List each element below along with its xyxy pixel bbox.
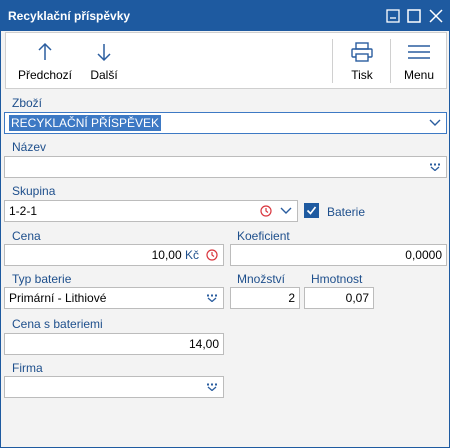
close-button[interactable]: [427, 7, 445, 25]
maximize-button[interactable]: [405, 7, 423, 25]
lookup-icon: [207, 383, 217, 391]
mnozstvi-field[interactable]: 2: [230, 287, 300, 309]
zbozi-dropdown-button[interactable]: [429, 113, 441, 133]
hmotnost-label: Hmotnost: [311, 272, 363, 286]
lookup-icon: [207, 294, 217, 302]
title-bar: Recyklační příspěvky: [1, 1, 449, 31]
mnozstvi-label: Množství: [237, 272, 286, 286]
hamburger-menu-icon: [408, 45, 430, 59]
clock-icon: [206, 249, 218, 261]
chevron-down-icon: [280, 207, 292, 214]
next-label: Další: [90, 68, 118, 82]
typ-baterie-label: Typ baterie: [12, 272, 72, 286]
cena-label: Cena: [12, 229, 41, 243]
lookup-icon: [430, 163, 440, 171]
nazev-label: Název: [12, 140, 47, 154]
nazev-lookup-button[interactable]: [429, 157, 441, 177]
skupina-label: Skupina: [12, 184, 56, 198]
print-label: Tisk: [351, 68, 373, 82]
toolbar-separator: [390, 39, 391, 83]
print-button[interactable]: Tisk: [340, 33, 384, 88]
firma-field[interactable]: [4, 376, 224, 398]
cena-currency: Kč: [184, 248, 199, 262]
arrow-up-icon: [38, 42, 52, 60]
previous-button[interactable]: Předchozí: [10, 33, 80, 88]
skupina-history-button[interactable]: [260, 201, 272, 221]
checkmark-icon: [306, 206, 317, 215]
toolbar: Předchozí Další Tisk Menu: [5, 32, 447, 89]
koeficient-field[interactable]: 0,0000: [230, 244, 447, 266]
zbozi-combobox[interactable]: RECYKLAČNÍ PŘÍSPĚVEK: [4, 112, 447, 134]
menu-label: Menu: [403, 68, 435, 82]
next-button[interactable]: Další: [84, 33, 124, 88]
dialog-window: Recyklační příspěvky Předchozí Další Tis…: [0, 0, 450, 448]
previous-label: Předchozí: [17, 68, 73, 82]
minimize-icon: [386, 9, 400, 23]
firma-lookup-button[interactable]: [206, 377, 218, 397]
printer-icon: [351, 42, 373, 62]
cena-s-bateriemi-label: Cena s bateriemi: [12, 317, 103, 331]
cena-s-bateriemi-field[interactable]: 14,00: [4, 333, 224, 355]
firma-label: Firma: [12, 361, 43, 375]
hmotnost-field[interactable]: 0,07: [304, 287, 374, 309]
skupina-dropdown-button[interactable]: [280, 201, 292, 221]
skupina-combobox[interactable]: 1-2-1: [4, 200, 298, 222]
cena-history-button[interactable]: [206, 245, 218, 265]
cena-s-bateriemi-value: 14,00: [188, 337, 219, 351]
menu-button[interactable]: Menu: [398, 33, 440, 88]
zbozi-value: RECYKLAČNÍ PŘÍSPĚVEK: [9, 115, 162, 131]
typ-baterie-value: Primární - Lithiové: [9, 291, 107, 305]
mnozstvi-value: 2: [288, 291, 295, 305]
baterie-checkbox[interactable]: [304, 203, 319, 218]
arrow-down-icon: [97, 44, 111, 62]
koeficient-value: 0,0000: [405, 248, 442, 262]
window-title: Recyklační příspěvky: [8, 9, 131, 23]
toolbar-separator: [332, 39, 333, 83]
minimize-button[interactable]: [384, 7, 402, 25]
koeficient-label: Koeficient: [237, 229, 290, 243]
close-icon: [429, 9, 443, 23]
baterie-label[interactable]: Baterie: [327, 205, 365, 219]
cena-value: 10,00: [151, 248, 182, 262]
hmotnost-value: 0,07: [345, 291, 369, 305]
zbozi-label: Zboží: [12, 96, 43, 110]
typ-baterie-field[interactable]: Primární - Lithiové: [4, 287, 224, 309]
chevron-down-icon: [429, 119, 441, 126]
maximize-icon: [407, 9, 421, 23]
skupina-value: 1-2-1: [9, 204, 38, 218]
clock-icon: [260, 205, 272, 217]
cena-field[interactable]: 10,00 Kč: [4, 244, 224, 266]
nazev-field[interactable]: [4, 156, 447, 178]
typ-baterie-lookup-button[interactable]: [206, 288, 218, 308]
